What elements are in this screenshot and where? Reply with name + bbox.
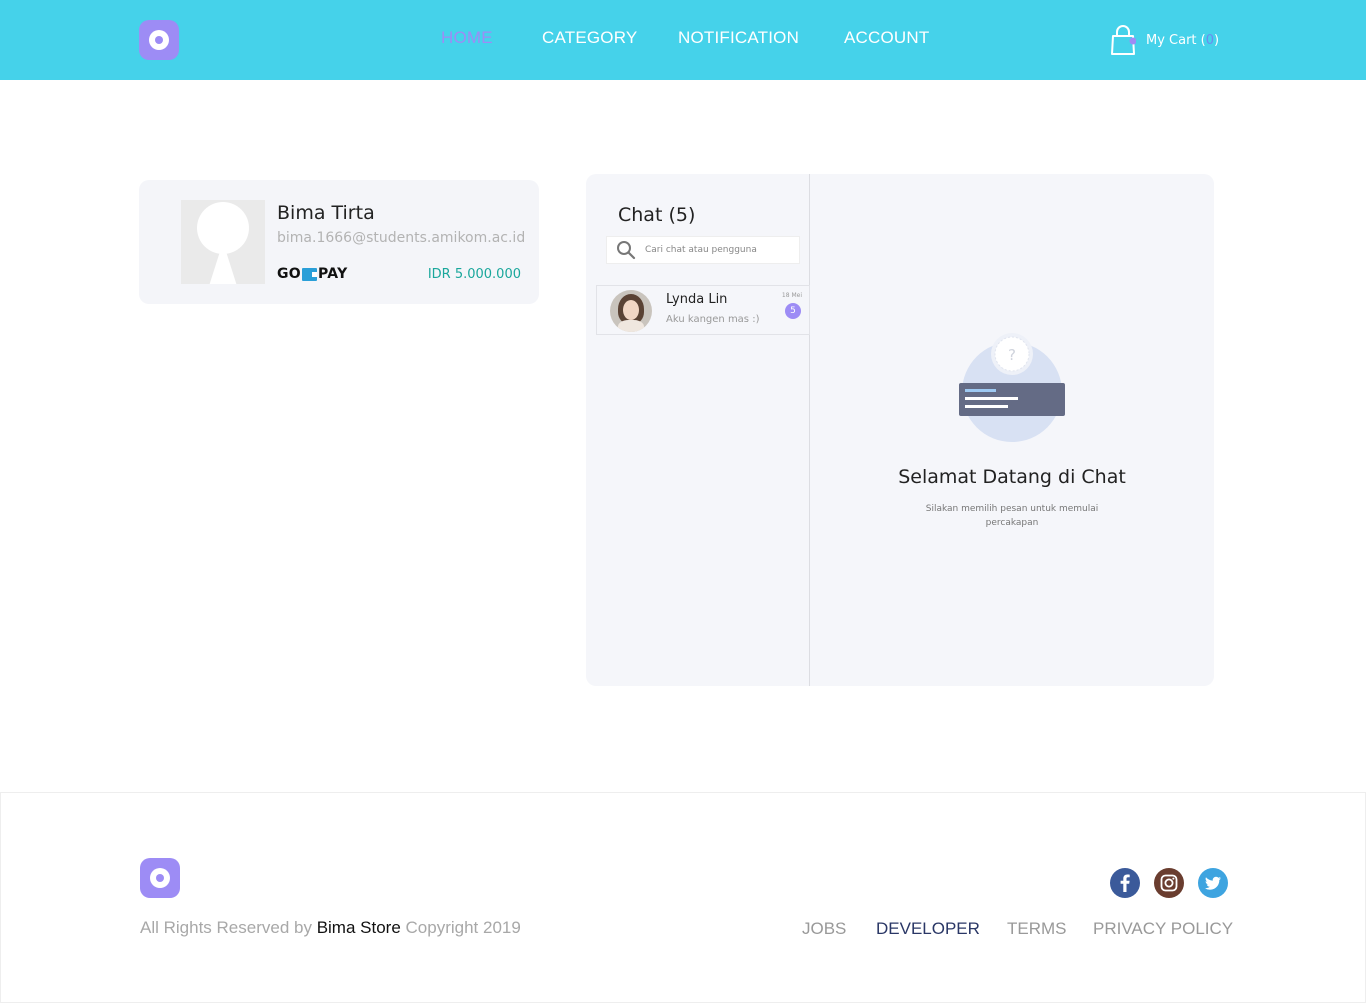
chat-list-sidebar: Chat (5) Lynda Lin Aku kangen mas :) 18 … <box>586 174 810 686</box>
profile-card: Bima Tirta bima.1666@students.amikom.ac.… <box>139 180 539 304</box>
chat-search-input[interactable] <box>645 245 795 255</box>
chat-search-box <box>606 236 800 264</box>
instagram-icon[interactable] <box>1154 868 1184 898</box>
unread-badge: 5 <box>785 303 801 319</box>
copyright-text: All Rights Reserved by Bima Store Copyri… <box>140 918 521 937</box>
footer-link-developer[interactable]: DEVELOPER <box>876 919 980 939</box>
gopay-logo: GO PAY <box>277 266 348 282</box>
chat-list-item[interactable]: Lynda Lin Aku kangen mas :) 18 Mei 5 <box>596 285 810 335</box>
footer-logo <box>140 858 180 898</box>
cart-count: 0 <box>1205 32 1215 48</box>
cart-label: My Cart (0) <box>1146 32 1220 48</box>
profile-name: Bima Tirta <box>277 202 375 224</box>
contact-name: Lynda Lin <box>666 292 728 307</box>
chat-panel: Chat (5) Lynda Lin Aku kangen mas :) 18 … <box>586 174 1214 686</box>
svg-text:?: ? <box>1008 346 1016 364</box>
message-preview: Aku kangen mas :) <box>666 314 760 325</box>
chat-empty-illustration-icon: ? <box>958 332 1066 444</box>
store-logo[interactable] <box>139 20 179 60</box>
chat-title: Chat (5) <box>618 204 696 226</box>
welcome-subtitle: Silakan memilih pesan untuk memulai perc… <box>925 504 1099 528</box>
top-navbar: HOME CATEGORY NOTIFICATION ACCOUNT My Ca… <box>0 0 1366 80</box>
welcome-title: Selamat Datang di Chat <box>898 466 1126 488</box>
footer: All Rights Reserved by Bima Store Copyri… <box>0 792 1366 1003</box>
wallet-balance: IDR 5.000.000 <box>427 267 521 282</box>
search-icon <box>616 240 636 260</box>
wallet-icon <box>302 267 317 281</box>
profile-email: bima.1666@students.amikom.ac.id <box>277 230 526 246</box>
user-avatar-placeholder <box>181 200 265 284</box>
nav-category[interactable]: CATEGORY <box>542 28 637 48</box>
cart-button[interactable]: My Cart (0) <box>1110 22 1219 58</box>
footer-link-privacy-policy[interactable]: PRIVACY POLICY <box>1093 919 1233 939</box>
twitter-icon[interactable] <box>1198 868 1228 898</box>
contact-avatar <box>610 290 652 332</box>
shopping-bag-icon <box>1110 24 1137 56</box>
nav-home[interactable]: HOME <box>441 28 493 48</box>
brand-name: Bima Store <box>316 918 401 937</box>
footer-link-jobs[interactable]: JOBS <box>802 919 846 939</box>
nav-notification[interactable]: NOTIFICATION <box>678 28 799 48</box>
message-date: 18 Mei <box>781 292 802 299</box>
nav-account[interactable]: ACCOUNT <box>844 28 929 48</box>
footer-link-terms[interactable]: TERMS <box>1007 919 1067 939</box>
facebook-icon[interactable] <box>1110 868 1140 898</box>
